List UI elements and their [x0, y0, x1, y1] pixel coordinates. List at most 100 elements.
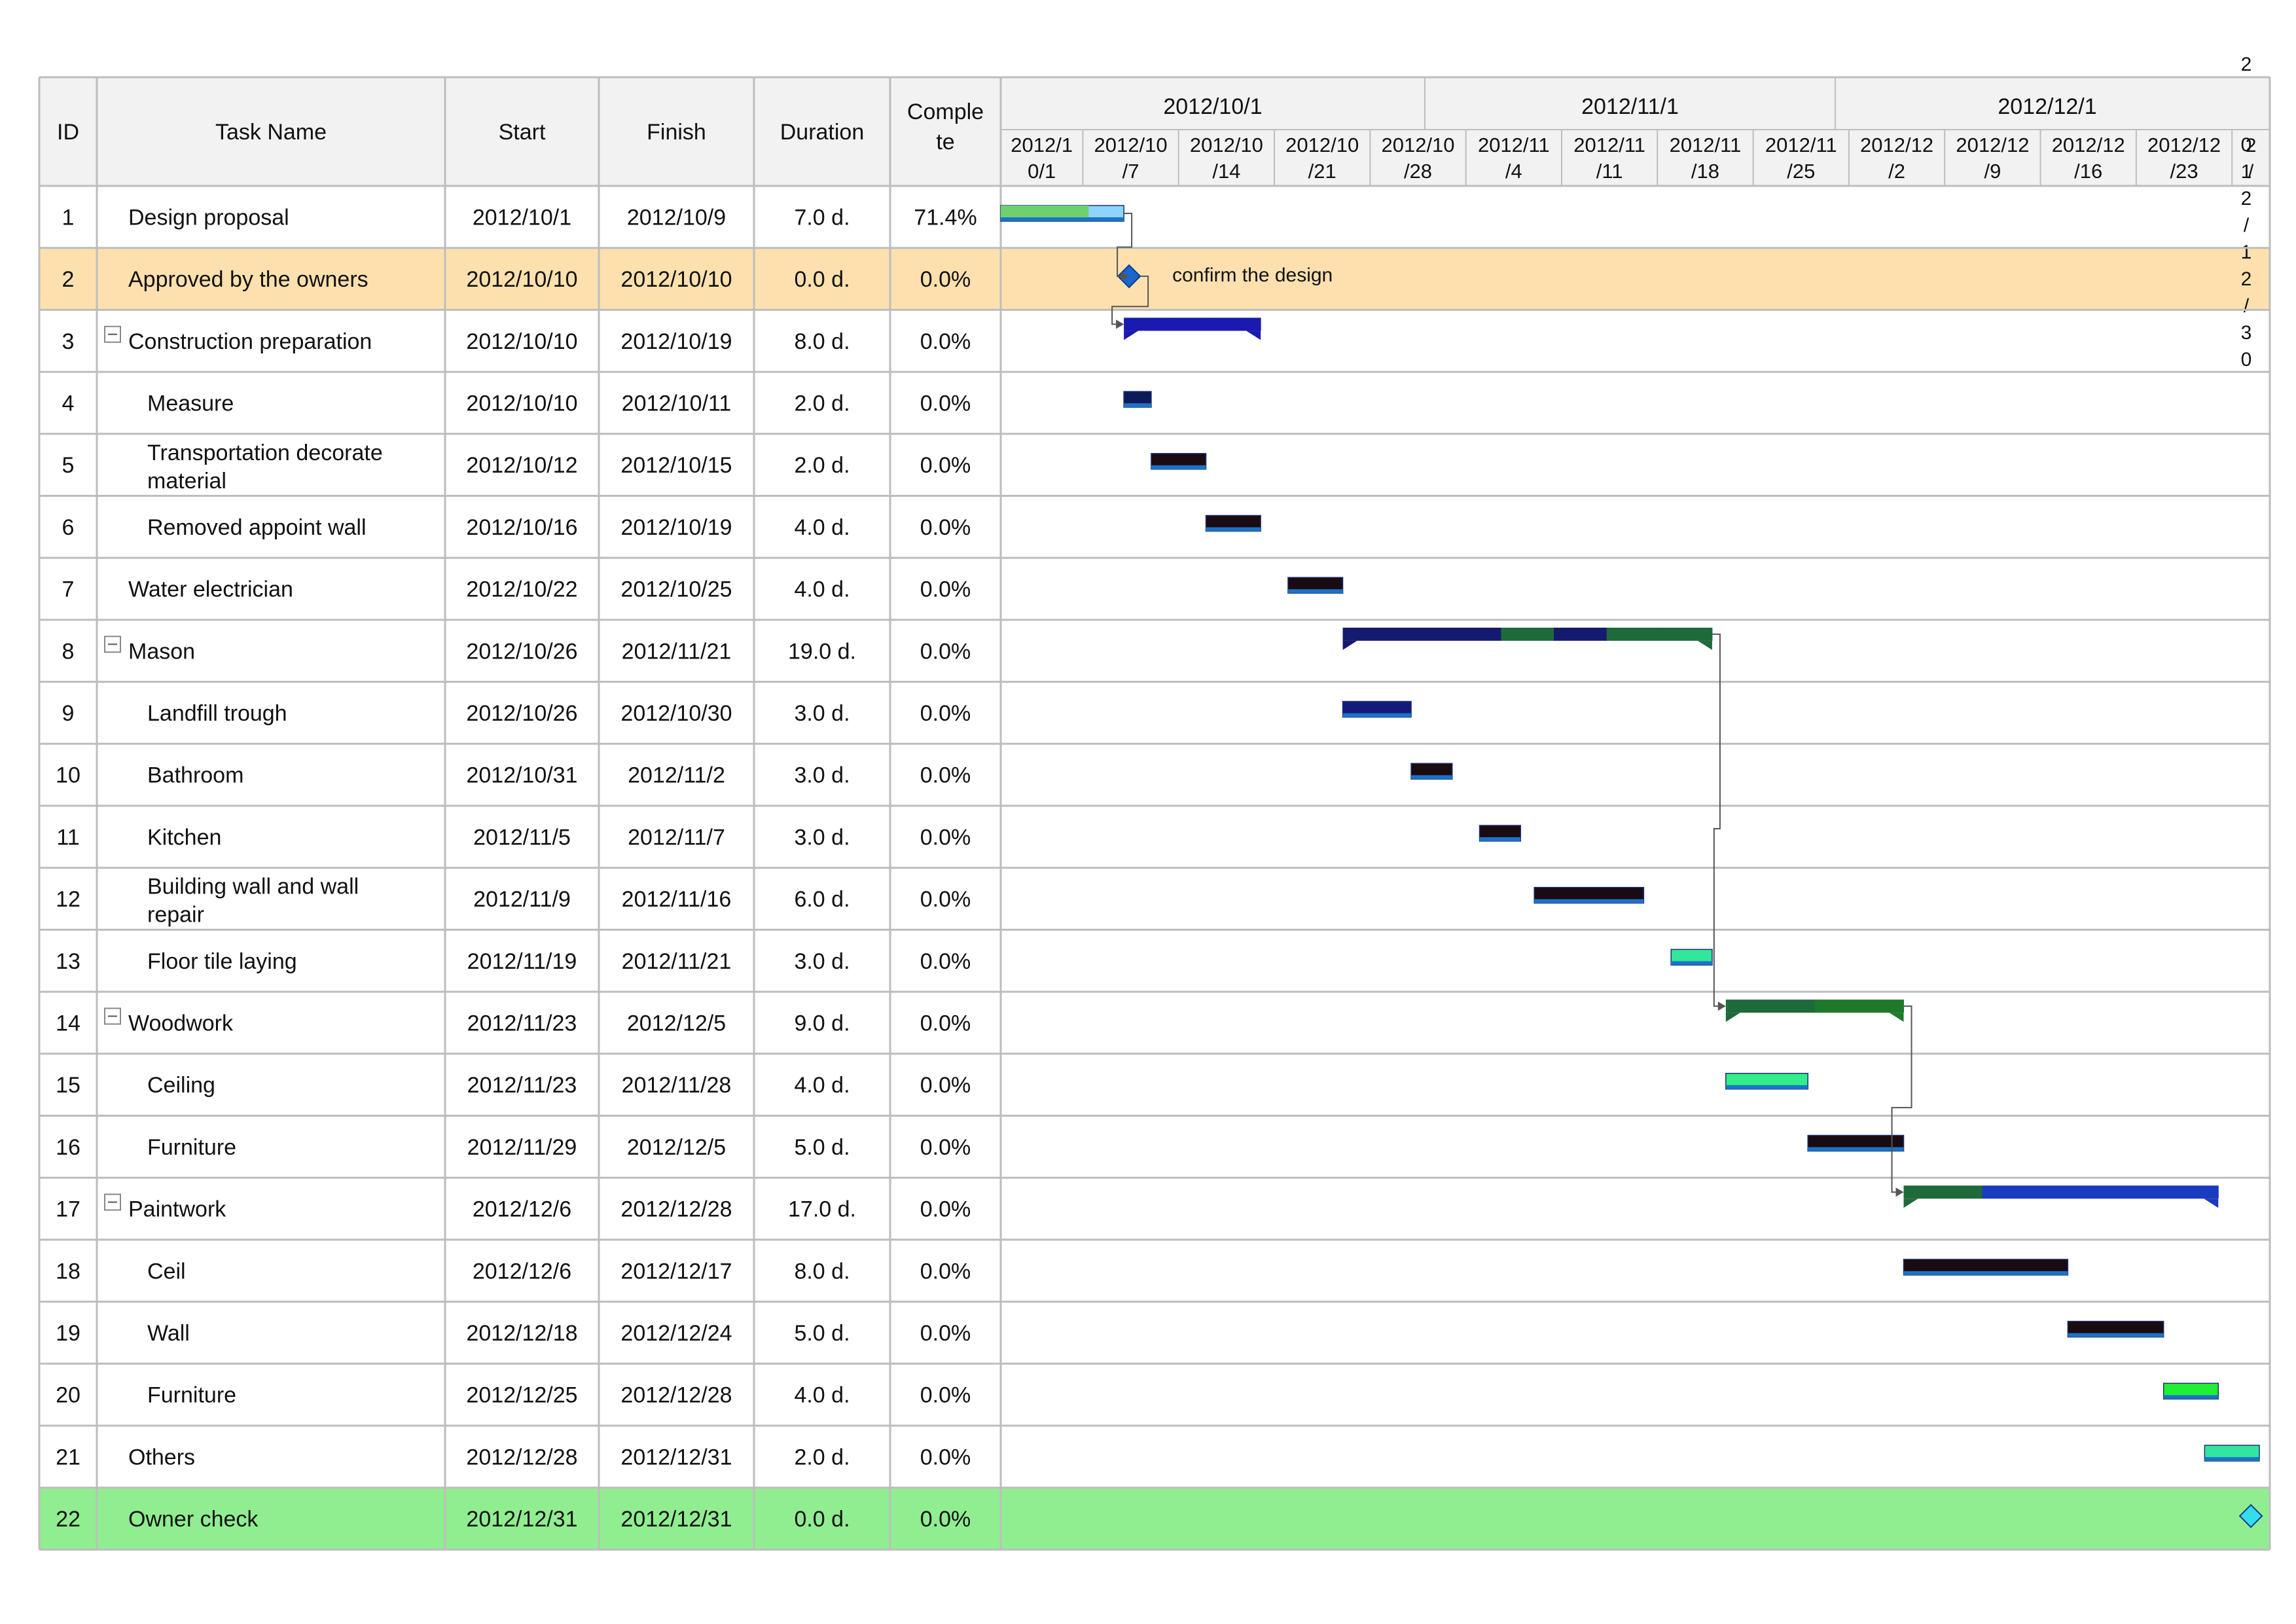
summary-bar-segment[interactable] — [1501, 627, 1554, 641]
cell-finish: 2012/12/5 — [627, 1011, 726, 1036]
cell-complete: 0.0% — [920, 639, 971, 664]
cell-start: 2012/11/19 — [467, 949, 577, 974]
week-label: /14 — [1212, 160, 1240, 183]
cell-id: 7 — [62, 577, 75, 602]
dependency-arrow-icon — [1895, 1187, 1904, 1197]
summary-bar-segment[interactable] — [1169, 317, 1215, 331]
cell-id: 4 — [62, 391, 75, 416]
summary-bar-segment[interactable] — [1215, 317, 1261, 331]
cell-finish: 2012/11/21 — [622, 949, 732, 974]
cell-duration: 6.0 d. — [794, 887, 850, 912]
cell-duration: 3.0 d. — [794, 949, 850, 974]
cell-duration: 5.0 d. — [794, 1135, 850, 1160]
task-bar-base — [2068, 1333, 2164, 1337]
week-label: 2012/12 — [2052, 134, 2125, 156]
cell-duration: 0.0 d. — [794, 1507, 850, 1532]
summary-bar-segment[interactable] — [1395, 627, 1449, 641]
week-label: 2012/10 — [1285, 134, 1359, 156]
week-label: /25 — [1787, 160, 1815, 183]
cell-task-name: Furniture — [147, 1135, 236, 1160]
cell-finish: 2012/10/25 — [620, 577, 732, 602]
vertical-date-char: 1 — [2241, 161, 2252, 183]
cell-complete: 0.0% — [920, 515, 971, 540]
dependency-link — [1891, 1005, 1912, 1193]
cell-task-name: Transportation decorate — [147, 441, 383, 465]
summary-bar-segment[interactable] — [2060, 1185, 2140, 1199]
cell-complete: 0.0% — [920, 1259, 971, 1284]
cell-complete: 0.0% — [920, 1135, 971, 1160]
cell-duration: 2.0 d. — [794, 391, 850, 416]
month-label: 2012/12/1 — [1998, 94, 2096, 119]
summary-bar-segment[interactable] — [1448, 627, 1501, 641]
summary-bar-segment[interactable] — [1606, 627, 1660, 641]
week-label: 2012/11 — [1765, 134, 1837, 156]
task-bar-base — [1534, 899, 1644, 903]
cell-task-name: Landfill trough — [147, 701, 287, 726]
task-bar-base — [1151, 465, 1206, 469]
summary-bar-segment[interactable] — [1725, 1000, 1816, 1013]
cell-start: 2012/11/5 — [473, 825, 571, 850]
cell-id: 21 — [56, 1445, 81, 1470]
vertical-date-char: 2 — [2241, 188, 2252, 209]
cell-start: 2012/10/10 — [466, 391, 577, 416]
header-complete: Comple — [907, 99, 984, 124]
cell-task-name: Approved by the owners — [128, 267, 368, 292]
summary-bar-segment[interactable] — [1814, 1000, 1905, 1013]
cell-complete: 0.0% — [920, 825, 971, 850]
cell-id: 16 — [56, 1135, 81, 1160]
cell-duration: 5.0 d. — [794, 1321, 850, 1346]
summary-bar-segment[interactable] — [1554, 627, 1607, 641]
summary-bar-segment[interactable] — [1342, 627, 1396, 641]
cell-id: 1 — [62, 205, 75, 230]
summary-bar-segment[interactable] — [1659, 627, 1713, 641]
summary-bar-cap — [1903, 1199, 1918, 1208]
task-bar-base — [2163, 1395, 2219, 1399]
vertical-date-char: 3 — [2241, 322, 2252, 344]
summary-bar-cap — [1342, 640, 1357, 650]
cell-start: 2012/10/26 — [466, 639, 577, 664]
week-label: 2012/12 — [1956, 134, 2029, 156]
cell-id: 22 — [56, 1507, 81, 1532]
cell-task-name: Design proposal — [128, 205, 289, 230]
week-label: /9 — [1984, 160, 2001, 183]
cell-duration: 9.0 d. — [794, 1011, 850, 1036]
cell-finish: 2012/11/16 — [622, 887, 732, 912]
cell-start: 2012/10/10 — [466, 267, 577, 292]
cell-start: 2012/12/31 — [466, 1507, 577, 1532]
header-finish: Finish — [647, 120, 706, 145]
week-label: 2012/12 — [2147, 134, 2221, 156]
cell-duration: 7.0 d. — [794, 205, 850, 230]
cell-task-name: Ceil — [147, 1259, 186, 1284]
cell-complete: 0.0% — [920, 1011, 971, 1036]
cell-id: 11 — [56, 825, 79, 850]
cell-finish: 2012/12/31 — [620, 1507, 732, 1532]
cell-task-name: Others — [128, 1445, 195, 1470]
cell-duration: 3.0 d. — [794, 763, 850, 788]
task-bar-base — [1206, 527, 1261, 532]
vertical-date-char: / — [2244, 215, 2250, 236]
cell-task-name: Furniture — [147, 1383, 236, 1408]
cell-finish: 2012/10/11 — [622, 391, 732, 416]
summary-bar-segment[interactable] — [1982, 1185, 2062, 1199]
cell-task-name: Measure — [147, 391, 234, 416]
cell-task-name: Owner check — [128, 1507, 259, 1532]
week-label: 2012/12 — [1860, 134, 1933, 156]
cell-start: 2012/12/18 — [466, 1321, 577, 1346]
task-bar-base — [1001, 217, 1124, 221]
summary-bar-segment[interactable] — [1124, 317, 1170, 331]
task-bar-base — [1479, 837, 1521, 841]
week-label: /18 — [1691, 160, 1719, 183]
cell-duration: 8.0 d. — [794, 329, 850, 354]
cell-finish: 2012/11/21 — [622, 639, 732, 664]
cell-start: 2012/11/9 — [473, 887, 571, 912]
summary-bar-segment[interactable] — [1903, 1185, 1983, 1199]
cell-start: 2012/12/28 — [466, 1445, 577, 1470]
summary-bar-cap — [1246, 331, 1261, 340]
summary-bar-segment[interactable] — [2140, 1185, 2219, 1199]
cell-task-name: Bathroom — [147, 763, 243, 788]
cell-start: 2012/12/6 — [473, 1259, 571, 1284]
header-task-name: Task Name — [215, 120, 327, 145]
gantt-chart: ID Task Name Start Finish DurationComplete20… — [38, 54, 2271, 1551]
summary-bar-cap — [1124, 331, 1139, 340]
cell-start: 2012/11/29 — [467, 1135, 577, 1160]
